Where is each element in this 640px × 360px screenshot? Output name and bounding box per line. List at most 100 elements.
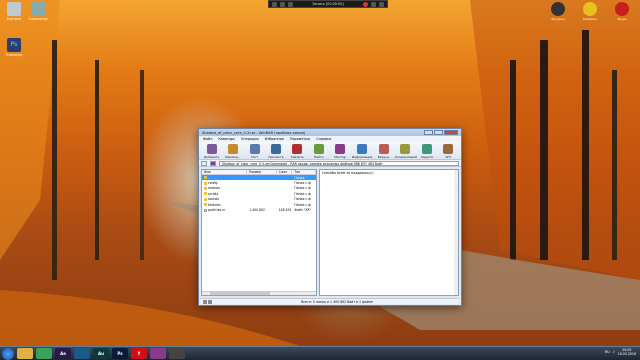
info-button[interactable]: Информация — [351, 143, 373, 159]
extract-button[interactable]: Извлечь... — [223, 143, 242, 159]
protect-button[interactable]: Защита — [417, 143, 436, 159]
find-button[interactable]: Найти — [309, 143, 328, 159]
wizard-button[interactable]: Мастер — [330, 143, 349, 159]
button-label: Добавить — [204, 155, 220, 159]
recorder-pause-button[interactable] — [288, 1, 293, 7]
recorder-time: Запись [00:00:00] — [312, 2, 344, 6]
recorder-menu-button[interactable] — [272, 1, 277, 7]
menu-commands[interactable]: Команды — [218, 137, 234, 141]
maximize-button[interactable] — [434, 130, 443, 135]
desktop-icon-recycle-bin[interactable]: Корзина — [2, 2, 26, 21]
menu-file[interactable]: Файл — [203, 137, 212, 141]
file-type: Папка с ф — [294, 191, 311, 196]
vertical-scrollbar[interactable] — [454, 170, 458, 295]
sfx-button[interactable]: SFX — [439, 143, 458, 159]
button-label: Информация — [351, 155, 373, 159]
start-button[interactable] — [2, 347, 14, 360]
recorder-stop-button[interactable] — [371, 1, 376, 7]
menu-operations[interactable]: Операции — [241, 137, 259, 141]
column-size[interactable]: Размер — [247, 170, 277, 174]
taskbar-audition[interactable]: Au — [93, 348, 109, 359]
file-name-text: scripts — [208, 191, 219, 196]
horizontal-scrollbar[interactable] — [202, 291, 316, 295]
virus-scan-button[interactable]: Вирусы — [374, 143, 393, 159]
taskbar-yandex[interactable]: Y — [131, 348, 147, 359]
protect-icon — [421, 144, 432, 154]
test-button[interactable]: Тест — [245, 143, 264, 159]
column-name[interactable]: Имя — [202, 170, 248, 174]
taskbar-winrar[interactable] — [150, 348, 166, 359]
file-type: Папка с ф — [294, 181, 311, 186]
table-row[interactable]: particles.xr 1 400 892 148 592 Файл "XR" — [202, 207, 316, 212]
minimize-button[interactable] — [424, 130, 433, 135]
desktop-icon-skype[interactable]: Skype — [610, 2, 634, 21]
menu-favorites[interactable]: Избранное — [265, 137, 284, 141]
desktop-icon-computer[interactable]: Компьютер — [26, 2, 50, 21]
add-button[interactable]: Добавить — [202, 143, 221, 159]
file-list: Имя Размер Сжат Тип .. Папка config Папк… — [201, 169, 317, 296]
taskbar-explorer[interactable] — [17, 348, 33, 359]
scrollbar-thumb[interactable] — [210, 292, 270, 295]
file-name-text: particles.xr — [208, 208, 226, 213]
file-type: Папка — [294, 175, 305, 180]
photoshop-icon: Ps — [117, 351, 123, 356]
recorder-folder-button[interactable] — [280, 1, 285, 7]
button-label: Тест — [250, 155, 259, 159]
find-icon — [313, 144, 324, 154]
record-icon[interactable] — [363, 1, 368, 7]
status-icons — [201, 299, 215, 304]
desktop-icon-label: Ресурсы — [551, 17, 565, 21]
column-type[interactable]: Тип — [292, 170, 316, 174]
button-label: Извлечь... — [225, 155, 241, 159]
column-packed[interactable]: Сжат — [277, 170, 293, 174]
clock-date: 18.05.2016 — [617, 352, 636, 356]
view-button[interactable]: Просмотр — [266, 143, 285, 159]
yandex-icon: Y — [137, 351, 141, 356]
status-bar: Всего: 5 папок и 1 400 892 байт в 1 файл… — [201, 298, 459, 304]
recorder-settings-button[interactable] — [379, 1, 384, 7]
taskbar-photoshop[interactable]: Ps — [112, 348, 128, 359]
taskbar-recorder[interactable] — [169, 348, 185, 359]
folder-icon — [204, 197, 207, 201]
archive-icon — [210, 160, 216, 166]
desktop-icon-radiation[interactable]: Radiation — [578, 2, 602, 21]
lock-icon — [208, 299, 212, 304]
virus-icon — [378, 144, 389, 154]
after-effects-icon: Ae — [60, 351, 66, 356]
language-indicator[interactable]: RU — [605, 350, 610, 354]
path-field[interactable]: Shadow_of_color_core_0.3.rar\Gamedata - … — [219, 160, 459, 166]
taskbar-chrome[interactable] — [36, 348, 52, 359]
button-label: Защита — [420, 155, 434, 159]
file-type: Папка с ф — [294, 186, 311, 191]
menu-help[interactable]: Справка — [316, 137, 331, 141]
window-titlebar[interactable]: Shadow_of_color_core_0.3.rar - WinRAR (п… — [199, 129, 461, 136]
folder-icon — [204, 203, 207, 207]
path-bar: Shadow_of_color_core_0.3.rar\Gamedata - … — [199, 160, 461, 167]
file-name-text: .. — [208, 175, 210, 180]
desktop-icon-label: Radiation — [582, 17, 598, 21]
file-type: Файл "XR" — [294, 208, 312, 213]
desktop-icon-photoshop[interactable]: Ps Photoshop — [2, 38, 26, 57]
button-label: Комментарий — [395, 155, 417, 159]
delete-button[interactable]: Удалить — [288, 143, 307, 159]
taskbar-media[interactable] — [74, 348, 90, 359]
menu-options[interactable]: Параметры — [290, 137, 310, 141]
view-icon — [270, 144, 281, 154]
folder-icon — [204, 186, 207, 190]
toolbar: Добавить Извлечь... Тест Просмотр Удалит… — [199, 142, 461, 160]
file-name: .. — [202, 176, 247, 180]
file-name: scripts — [202, 192, 247, 196]
up-folder-button[interactable] — [201, 160, 207, 166]
comment-button[interactable]: Комментарий — [395, 143, 417, 159]
file-size: 1 400 892 — [249, 208, 265, 213]
close-button[interactable] — [444, 130, 458, 135]
desktop-icon-label: Компьютер — [28, 17, 48, 21]
status-text: Всего: 5 папок и 1 400 892 байт в 1 файл… — [301, 299, 373, 304]
file-name-text: meshes — [208, 186, 221, 191]
wizard-icon — [335, 144, 346, 154]
desktop-icon-resources[interactable]: Ресурсы — [546, 2, 570, 21]
clock[interactable]: 20:05 18.05.2016 — [618, 348, 636, 356]
taskbar-after-effects[interactable]: Ae — [55, 348, 71, 359]
volume-icon[interactable]: ♪ — [613, 350, 615, 354]
radiation-icon — [583, 2, 597, 16]
